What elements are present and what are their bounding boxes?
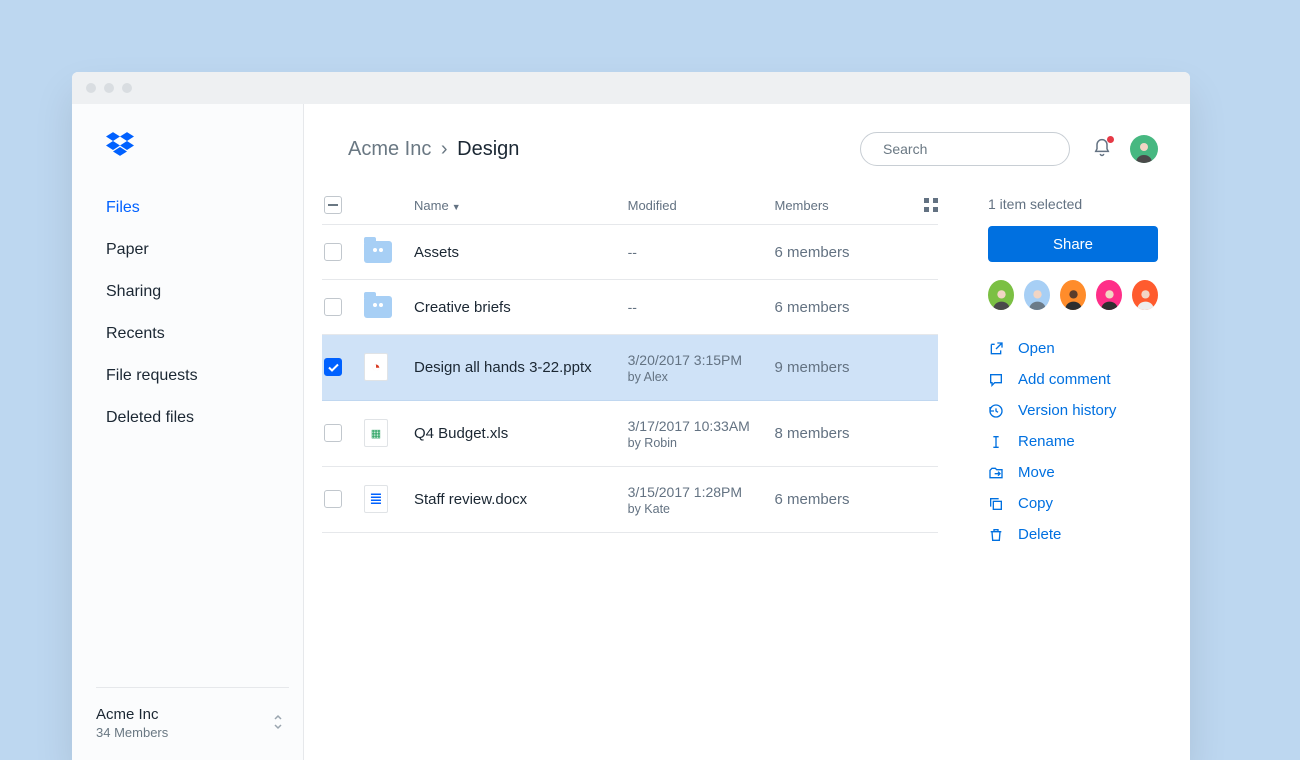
members-cell: 6 members bbox=[774, 491, 908, 508]
action-add-comment[interactable]: Add comment bbox=[988, 371, 1158, 388]
word-file-icon: ≣ bbox=[364, 485, 388, 513]
action-rename[interactable]: Rename bbox=[988, 433, 1158, 450]
window-dot bbox=[122, 83, 132, 93]
updown-chevron-icon bbox=[273, 714, 289, 733]
members-cell: 6 members bbox=[774, 299, 908, 316]
table-area: Name▼ Modified Members Assets -- bbox=[304, 186, 1190, 543]
file-name[interactable]: Staff review.docx bbox=[414, 491, 628, 508]
shared-folder-icon bbox=[364, 296, 392, 318]
modified-cell: 3/15/2017 1:28PM by Kate bbox=[628, 483, 775, 516]
row-checkbox[interactable] bbox=[324, 490, 342, 508]
file-name[interactable]: Q4 Budget.xls bbox=[414, 425, 628, 442]
file-name[interactable]: Creative briefs bbox=[414, 299, 628, 316]
action-copy[interactable]: Copy bbox=[988, 495, 1158, 512]
move-icon bbox=[988, 465, 1004, 481]
column-header-members[interactable]: Members bbox=[774, 198, 908, 213]
member-avatar[interactable] bbox=[988, 280, 1014, 310]
sidebar-item-files[interactable]: Files bbox=[106, 187, 279, 229]
copy-icon bbox=[988, 496, 1004, 512]
window-dot bbox=[104, 83, 114, 93]
dropbox-logo-icon[interactable] bbox=[106, 132, 279, 159]
row-checkbox[interactable] bbox=[324, 243, 342, 261]
sidebar-item-sharing[interactable]: Sharing bbox=[106, 271, 279, 313]
app-window: Files Paper Sharing Recents File request… bbox=[72, 72, 1190, 760]
file-actions: Open Add comment Version history Re bbox=[988, 340, 1158, 543]
members-cell: 9 members bbox=[774, 359, 908, 376]
table-header: Name▼ Modified Members bbox=[322, 186, 938, 225]
open-icon bbox=[988, 341, 1004, 357]
column-header-modified[interactable]: Modified bbox=[628, 198, 775, 213]
member-avatar[interactable] bbox=[1132, 280, 1158, 310]
action-open[interactable]: Open bbox=[988, 340, 1158, 357]
row-checkbox[interactable] bbox=[324, 358, 342, 376]
members-cell: 6 members bbox=[774, 244, 908, 261]
sidebar-item-deleted-files[interactable]: Deleted files bbox=[106, 397, 279, 439]
history-icon bbox=[988, 403, 1004, 419]
search-input[interactable] bbox=[883, 141, 1064, 157]
sidebar-item-recents[interactable]: Recents bbox=[106, 313, 279, 355]
sidebar-account-switcher[interactable]: Acme Inc 34 Members bbox=[96, 687, 289, 740]
members-cell: 8 members bbox=[774, 425, 908, 442]
table-row[interactable]: ▦ Q4 Budget.xls 3/17/2017 10:33AM by Rob… bbox=[322, 401, 938, 467]
table-row[interactable]: Creative briefs -- 6 members bbox=[322, 280, 938, 335]
file-table: Name▼ Modified Members Assets -- bbox=[322, 186, 958, 543]
sidebar-item-file-requests[interactable]: File requests bbox=[106, 355, 279, 397]
modified-cell: -- bbox=[628, 298, 775, 317]
file-name[interactable]: Design all hands 3-22.pptx bbox=[414, 359, 628, 376]
shared-folder-icon bbox=[364, 241, 392, 263]
table-row[interactable]: ≣ Staff review.docx 3/15/2017 1:28PM by … bbox=[322, 467, 938, 533]
table-row[interactable]: Assets -- 6 members bbox=[322, 225, 938, 280]
content: Files Paper Sharing Recents File request… bbox=[72, 104, 1190, 760]
action-delete[interactable]: Delete bbox=[988, 526, 1158, 543]
breadcrumb-parent[interactable]: Acme Inc bbox=[348, 138, 431, 160]
member-avatar[interactable] bbox=[1060, 280, 1086, 310]
sidebar-item-paper[interactable]: Paper bbox=[106, 229, 279, 271]
sort-descending-icon: ▼ bbox=[452, 202, 461, 212]
breadcrumb: Acme Inc › Design bbox=[348, 138, 860, 161]
view-grid-button[interactable] bbox=[908, 198, 938, 212]
notification-dot-icon bbox=[1107, 136, 1114, 143]
main: Acme Inc › Design bbox=[304, 104, 1190, 760]
file-name[interactable]: Assets bbox=[414, 244, 628, 261]
action-move[interactable]: Move bbox=[988, 464, 1158, 481]
window-titlebar bbox=[72, 72, 1190, 104]
search-input-wrap[interactable] bbox=[860, 132, 1070, 166]
user-avatar[interactable] bbox=[1130, 135, 1158, 163]
member-avatars bbox=[988, 280, 1158, 310]
table-row[interactable]: ◔ Design all hands 3-22.pptx 3/20/2017 3… bbox=[322, 335, 938, 401]
member-avatar[interactable] bbox=[1096, 280, 1122, 310]
member-avatar[interactable] bbox=[1024, 280, 1050, 310]
sidebar: Files Paper Sharing Recents File request… bbox=[72, 104, 304, 760]
share-button[interactable]: Share bbox=[988, 226, 1158, 262]
select-all-checkbox[interactable] bbox=[324, 196, 342, 214]
header: Acme Inc › Design bbox=[304, 132, 1190, 186]
delete-icon bbox=[988, 527, 1004, 543]
modified-cell: 3/20/2017 3:15PM by Alex bbox=[628, 351, 775, 384]
breadcrumb-separator: › bbox=[437, 138, 452, 160]
powerpoint-file-icon: ◔ bbox=[364, 353, 388, 381]
modified-cell: -- bbox=[628, 243, 775, 262]
org-name: Acme Inc bbox=[96, 706, 168, 723]
comment-icon bbox=[988, 372, 1004, 388]
breadcrumb-current: Design bbox=[457, 138, 519, 160]
row-checkbox[interactable] bbox=[324, 298, 342, 316]
excel-file-icon: ▦ bbox=[364, 419, 388, 447]
details-panel: 1 item selected Share Open bbox=[958, 186, 1190, 543]
sidebar-nav: Files Paper Sharing Recents File request… bbox=[106, 187, 279, 439]
org-members: 34 Members bbox=[96, 725, 168, 740]
notifications-button[interactable] bbox=[1092, 138, 1112, 161]
modified-cell: 3/17/2017 10:33AM by Robin bbox=[628, 417, 775, 450]
window-dot bbox=[86, 83, 96, 93]
rename-icon bbox=[988, 434, 1004, 450]
row-checkbox[interactable] bbox=[324, 424, 342, 442]
selection-count: 1 item selected bbox=[988, 196, 1158, 212]
column-header-name[interactable]: Name▼ bbox=[414, 198, 628, 213]
action-version-history[interactable]: Version history bbox=[988, 402, 1158, 419]
